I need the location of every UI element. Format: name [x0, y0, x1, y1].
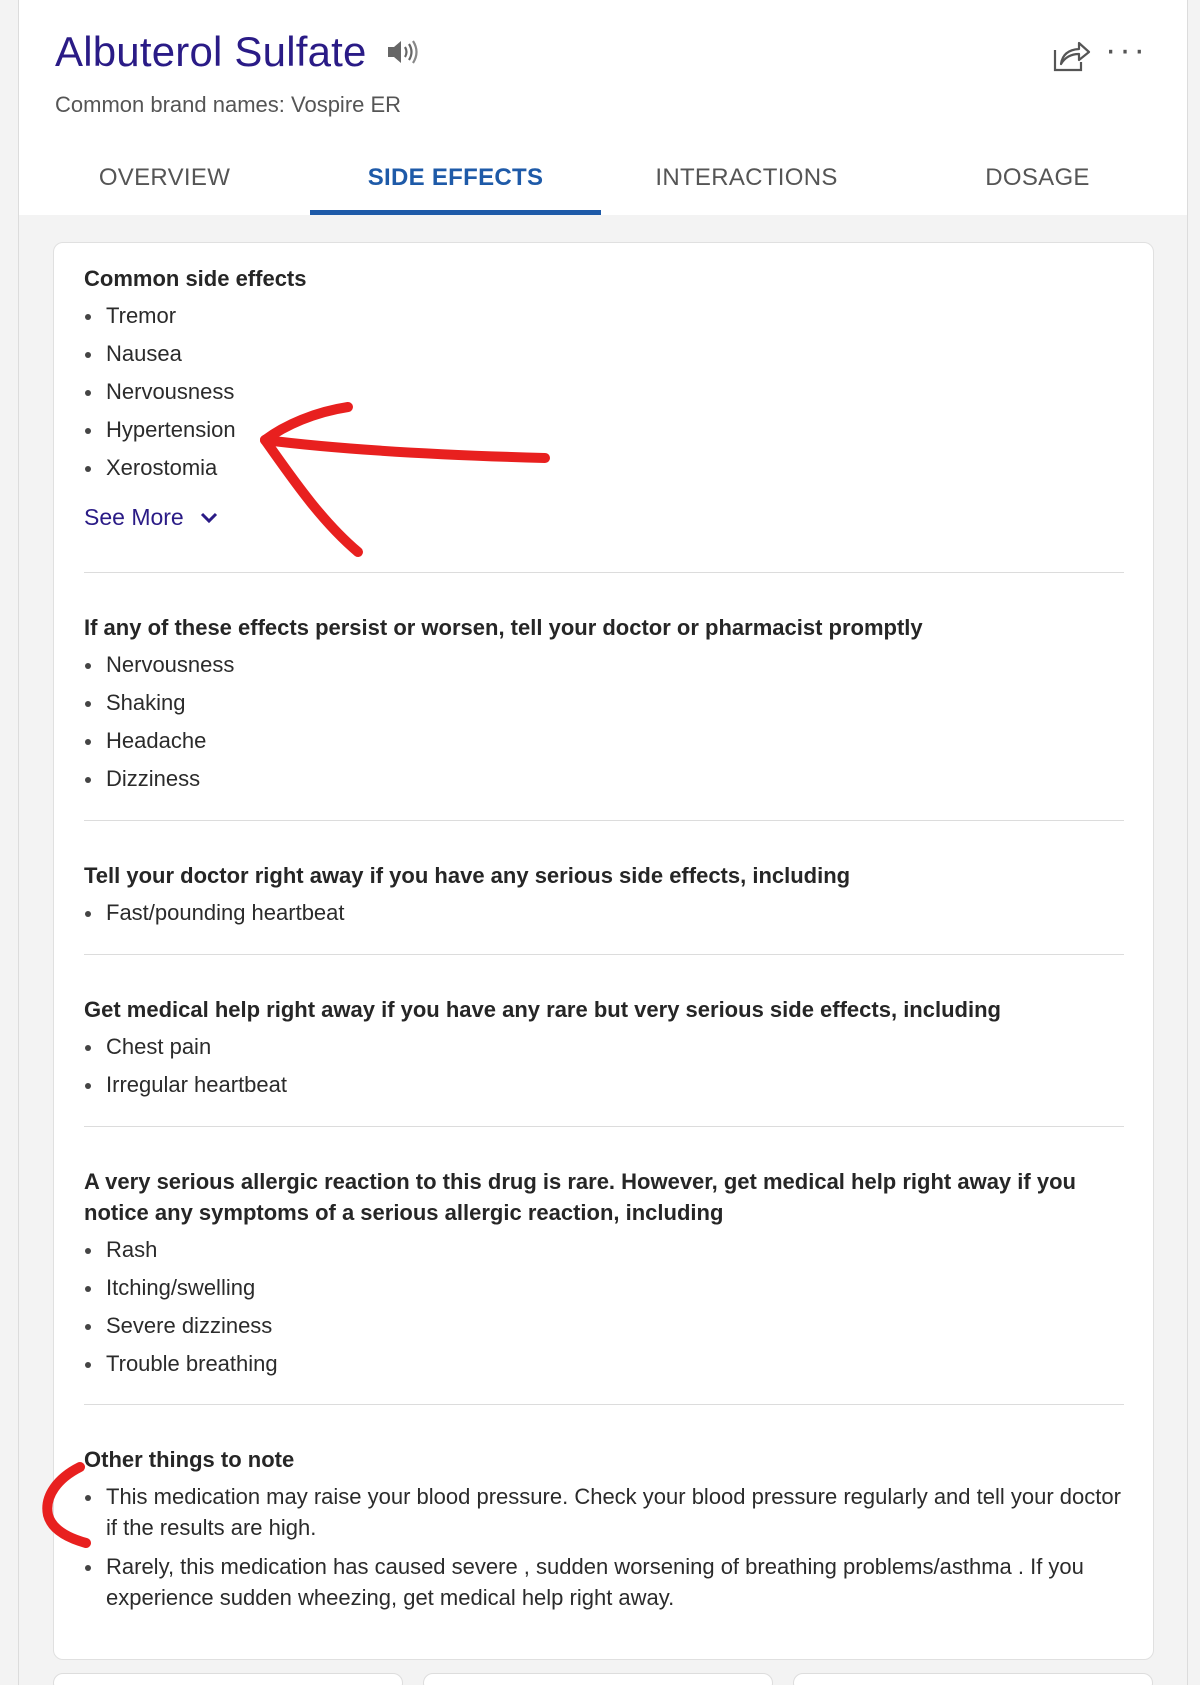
section-heading: Other things to note — [84, 1447, 295, 1472]
divider — [84, 1126, 1124, 1127]
section-heading: Tell your doctor right away if you have … — [84, 863, 851, 888]
list-item: Xerostomia — [84, 452, 1124, 483]
section-persist: If any of these effects persist or worse… — [84, 612, 1124, 801]
chevron-down-icon — [200, 512, 217, 523]
tab-side-effects[interactable]: SIDE EFFECTS — [310, 150, 601, 215]
section-common: Common side effects Tremor Nausea Nervou… — [84, 263, 1124, 531]
list-item: Irregular heartbeat — [84, 1069, 1124, 1100]
brand-names: Common brand names: Vospire ER — [55, 92, 402, 117]
divider — [84, 1404, 1124, 1405]
more-options-button[interactable]: ··· — [1105, 33, 1145, 70]
divider — [84, 572, 1124, 573]
effects-list: Tremor Nausea Nervousness Hypertension X… — [84, 300, 1124, 483]
list-item: Headache — [84, 725, 1124, 756]
divider — [84, 820, 1124, 821]
share-icon[interactable] — [1051, 38, 1091, 74]
section-heading: If any of these effects persist or worse… — [84, 615, 923, 640]
list-item: Rash — [84, 1234, 1124, 1265]
see-more-label: See More — [84, 504, 184, 530]
list-item: Fast/pounding heartbeat — [84, 897, 1124, 928]
section-serious: Tell your doctor right away if you have … — [84, 860, 1124, 935]
list-item: Severe dizziness — [84, 1310, 1124, 1341]
tab-dosage[interactable]: DOSAGE — [892, 150, 1183, 215]
side-effects-card: Common side effects Tremor Nausea Nervou… — [53, 242, 1154, 1660]
tab-overview[interactable]: OVERVIEW — [19, 150, 310, 215]
bottom-card-edge — [53, 1673, 403, 1685]
effects-list: This medication may raise your blood pre… — [84, 1481, 1124, 1613]
tab-bar: OVERVIEW SIDE EFFECTS INTERACTIONS DOSAG… — [19, 150, 1187, 215]
effects-list: Chest pain Irregular heartbeat — [84, 1031, 1124, 1100]
list-item: Hypertension — [84, 414, 1124, 445]
list-item: Tremor — [84, 300, 1124, 331]
section-heading: Common side effects — [84, 266, 307, 291]
list-item: Chest pain — [84, 1031, 1124, 1062]
effects-list: Fast/pounding heartbeat — [84, 897, 1124, 928]
effects-list: Rash Itching/swelling Severe dizziness T… — [84, 1234, 1124, 1379]
list-item: Shaking — [84, 687, 1124, 718]
drug-title: Albuterol Sulfate — [55, 28, 367, 75]
list-item: Rarely, this medication has caused sever… — [84, 1551, 1124, 1613]
list-item: Nausea — [84, 338, 1124, 369]
section-allergic: A very serious allergic reaction to this… — [84, 1166, 1124, 1386]
bottom-card-edge — [423, 1673, 773, 1685]
divider — [84, 954, 1124, 955]
section-other: Other things to note This medication may… — [84, 1444, 1124, 1621]
tab-interactions[interactable]: INTERACTIONS — [601, 150, 892, 215]
speaker-icon[interactable] — [385, 36, 421, 68]
list-item: This medication may raise your blood pre… — [84, 1481, 1124, 1543]
drug-header: Albuterol Sulfate Common brand names: Vo… — [19, 0, 1187, 215]
see-more-button[interactable]: See More — [84, 504, 218, 531]
list-item: Nervousness — [84, 376, 1124, 407]
section-rare: Get medical help right away if you have … — [84, 994, 1124, 1107]
list-item: Trouble breathing — [84, 1348, 1124, 1379]
bottom-card-edge — [793, 1673, 1153, 1685]
title-row: Albuterol Sulfate — [55, 28, 421, 76]
effects-list: Nervousness Shaking Headache Dizziness — [84, 649, 1124, 794]
drug-panel: Albuterol Sulfate Common brand names: Vo… — [18, 0, 1188, 1685]
section-heading: A very serious allergic reaction to this… — [84, 1169, 1076, 1225]
section-heading: Get medical help right away if you have … — [84, 997, 1001, 1022]
list-item: Itching/swelling — [84, 1272, 1124, 1303]
list-item: Nervousness — [84, 649, 1124, 680]
list-item: Dizziness — [84, 763, 1124, 794]
